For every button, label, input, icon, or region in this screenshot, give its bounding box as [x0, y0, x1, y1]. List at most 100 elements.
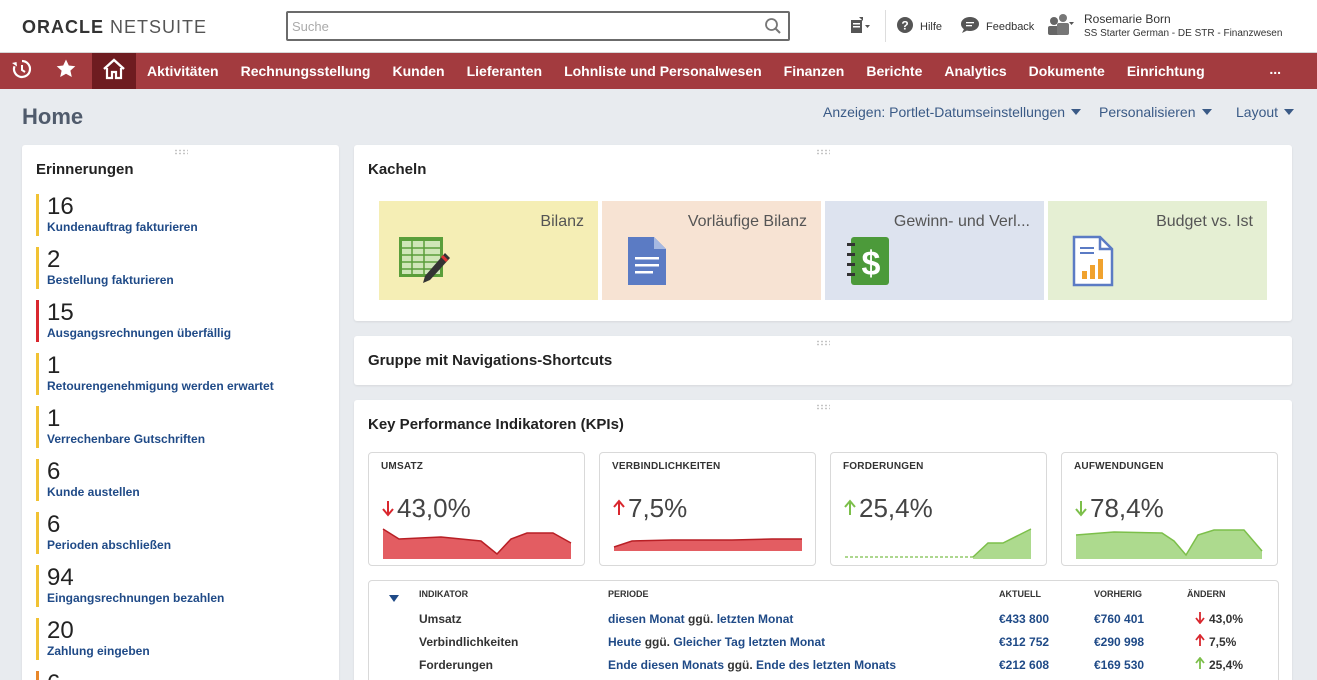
reminder-item[interactable]: 2 Bestellung fakturieren: [36, 247, 326, 289]
reminder-label[interactable]: Verrechenbare Gutschriften: [47, 432, 326, 446]
speech-bubble-icon: [960, 16, 980, 37]
tile-label: Vorläufige Bilanz: [687, 213, 807, 230]
kpi-row-period[interactable]: Ende diesen Monats ggü. Ende des letzten…: [608, 658, 896, 672]
nav-item-finanzen[interactable]: Finanzen: [773, 63, 856, 79]
reminder-item[interactable]: 1 Retourengenehmigung werden erwartet: [36, 353, 326, 395]
collapse-caret-icon[interactable]: [389, 590, 399, 608]
star-icon: [55, 58, 77, 85]
reminder-label[interactable]: Retourengenehmigung werden erwartet: [47, 379, 326, 393]
reminder-item[interactable]: 94 Eingangsrechnungen bezahlen: [36, 565, 326, 607]
kpi-card-umsatz[interactable]: UMSATZ 43,0%: [368, 452, 585, 566]
create-new-menu[interactable]: [848, 16, 872, 39]
reminder-item[interactable]: 15 Ausgangsrechnungen überfällig: [36, 300, 326, 342]
change-value: 25,4%: [1209, 658, 1244, 672]
kpi-row-indicator: Verbindlichkeiten: [419, 635, 519, 649]
favorites-button[interactable]: [44, 53, 88, 89]
personalize-dropdown[interactable]: Personalisieren: [1099, 104, 1212, 120]
nav-item-kunden[interactable]: Kunden: [381, 63, 455, 79]
reminder-item[interactable]: 6 Kunde austellen: [36, 459, 326, 501]
nav-item-analytics[interactable]: Analytics: [933, 63, 1017, 79]
reminder-count: 6: [47, 458, 61, 485]
reminder-label[interactable]: Kundenauftrag fakturieren: [47, 220, 326, 234]
reminder-item[interactable]: 20 Zahlung eingeben: [36, 618, 326, 660]
help-label: Hilfe: [920, 20, 943, 33]
nav-item-berichte[interactable]: Berichte: [855, 63, 933, 79]
portlet-date-settings-dropdown[interactable]: Anzeigen: Portlet-Datumseinstellungen: [823, 104, 1082, 120]
tile-gewinn-und-verlust[interactable]: Gewinn- und Verl... $: [825, 201, 1044, 300]
reminder-label[interactable]: Eingangsrechnungen bezahlen: [47, 591, 326, 605]
feedback-link[interactable]: Feedback: [960, 16, 1034, 37]
nav-item-lieferanten[interactable]: Lieferanten: [456, 63, 553, 79]
arrow-down-icon: [381, 493, 395, 524]
reminder-item[interactable]: 6 Perioden abschließen: [36, 512, 326, 554]
search-icon[interactable]: [764, 17, 782, 40]
reminder-item[interactable]: 1 Verrechenbare Gutschriften: [36, 406, 326, 448]
user-role: SS Starter German - DE STR - Finanzwesen: [1084, 28, 1283, 39]
reminder-label[interactable]: Perioden abschließen: [47, 538, 326, 552]
reminder-label[interactable]: Bestellung fakturieren: [47, 273, 326, 287]
arrow-down-icon: [1195, 611, 1205, 627]
change-value: 43,0%: [1209, 612, 1244, 626]
period-current-link[interactable]: Ende diesen Monats: [608, 658, 724, 672]
kpi-value-text: 78,4%: [1090, 493, 1164, 523]
reminder-label[interactable]: Ausgangsrechnungen überfällig: [47, 326, 326, 340]
drag-handle-icon[interactable]: [173, 149, 188, 155]
kpi-card-label: FORDERUNGEN: [843, 461, 924, 472]
period-current-link[interactable]: diesen Monat: [608, 612, 685, 626]
search-input[interactable]: [288, 13, 748, 39]
period-previous-link[interactable]: letzten Monat: [717, 612, 794, 626]
new-record-icon: [848, 16, 872, 39]
reminder-count: 2: [47, 246, 61, 273]
kpi-row-change: 7,5%: [1195, 633, 1237, 650]
feedback-label: Feedback: [986, 20, 1035, 33]
arrow-up-icon: [1195, 633, 1205, 650]
kpi-value-text: 7,5%: [628, 493, 688, 523]
period-previous-link[interactable]: Ende des letzten Monats: [756, 658, 896, 672]
drag-handle-icon[interactable]: [816, 340, 830, 346]
nav-item-lohnliste[interactable]: Lohnliste und Personalwesen: [553, 63, 773, 79]
tile-budget-vs-ist[interactable]: Budget vs. Ist: [1048, 201, 1267, 300]
tile-bilanz[interactable]: Bilanz: [379, 201, 598, 300]
kpi-row-previous[interactable]: €760 401: [1094, 612, 1144, 626]
user-menu[interactable]: Rosemarie Born SS Starter German - DE ST…: [1046, 12, 1282, 41]
kpi-row-previous[interactable]: €169 530: [1094, 658, 1144, 672]
period-previous-link[interactable]: Gleicher Tag letzten Monat: [673, 635, 825, 649]
kpi-row-current[interactable]: €312 752: [999, 635, 1049, 649]
kpi-card-aufwendungen[interactable]: AUFWENDUNGEN 78,4%: [1061, 452, 1278, 566]
recent-records-button[interactable]: [0, 53, 44, 89]
help-link[interactable]: ? Hilfe: [896, 16, 942, 37]
kpi-row-previous[interactable]: €290 998: [1094, 635, 1144, 649]
tile-label: Gewinn- und Verl...: [893, 213, 1030, 230]
umsatz-sparkline: [382, 528, 572, 559]
kpi-row-current[interactable]: €433 800: [999, 612, 1049, 626]
home-button[interactable]: [92, 53, 136, 89]
main-nav: Aktivitäten Rechnungsstellung Kunden Lie…: [0, 53, 1317, 89]
kpi-card-forderungen[interactable]: FORDERUNGEN 25,4%: [830, 452, 1047, 566]
drag-handle-icon[interactable]: [816, 149, 830, 155]
reminder-count: 1: [47, 352, 61, 379]
nav-item-einrichtung[interactable]: Einrichtung: [1116, 63, 1216, 79]
nav-item-rechnungsstellung[interactable]: Rechnungsstellung: [230, 63, 382, 79]
kpi-row-change: 25,4%: [1195, 656, 1244, 673]
change-value: 7,5%: [1209, 635, 1237, 649]
kpi-card-value: 25,4%: [843, 493, 933, 524]
kpi-row-period[interactable]: diesen Monat ggü. letzten Monat: [608, 612, 793, 626]
kpi-row-current[interactable]: €212 608: [999, 658, 1049, 672]
period-current-link[interactable]: Heute: [608, 635, 641, 649]
reminder-count: 94: [47, 564, 74, 591]
layout-dropdown[interactable]: Layout: [1236, 104, 1295, 120]
kpi-card-verbindlichkeiten[interactable]: VERBINDLICHKEITEN 7,5%: [599, 452, 816, 566]
tile-vorlaeufige-bilanz[interactable]: Vorläufige Bilanz: [602, 201, 821, 300]
reminder-item[interactable]: 16 Kundenauftrag fakturieren: [36, 194, 326, 236]
nav-more-button[interactable]: ...: [1269, 61, 1281, 77]
reminder-count: 6: [47, 671, 326, 680]
nav-item-dokumente[interactable]: Dokumente: [1018, 63, 1116, 79]
oracle-netsuite-logo[interactable]: ORACLE NETSUITE: [22, 17, 207, 38]
reminder-item[interactable]: 6: [36, 671, 326, 680]
reminder-label[interactable]: Zahlung eingeben: [47, 644, 326, 658]
kpi-row-period[interactable]: Heute ggü. Gleicher Tag letzten Monat: [608, 635, 825, 649]
period-compare-text: ggü.: [644, 635, 671, 649]
reminder-label[interactable]: Kunde austellen: [47, 485, 326, 499]
nav-item-aktivitaeten[interactable]: Aktivitäten: [136, 63, 230, 79]
drag-handle-icon[interactable]: [816, 404, 830, 410]
